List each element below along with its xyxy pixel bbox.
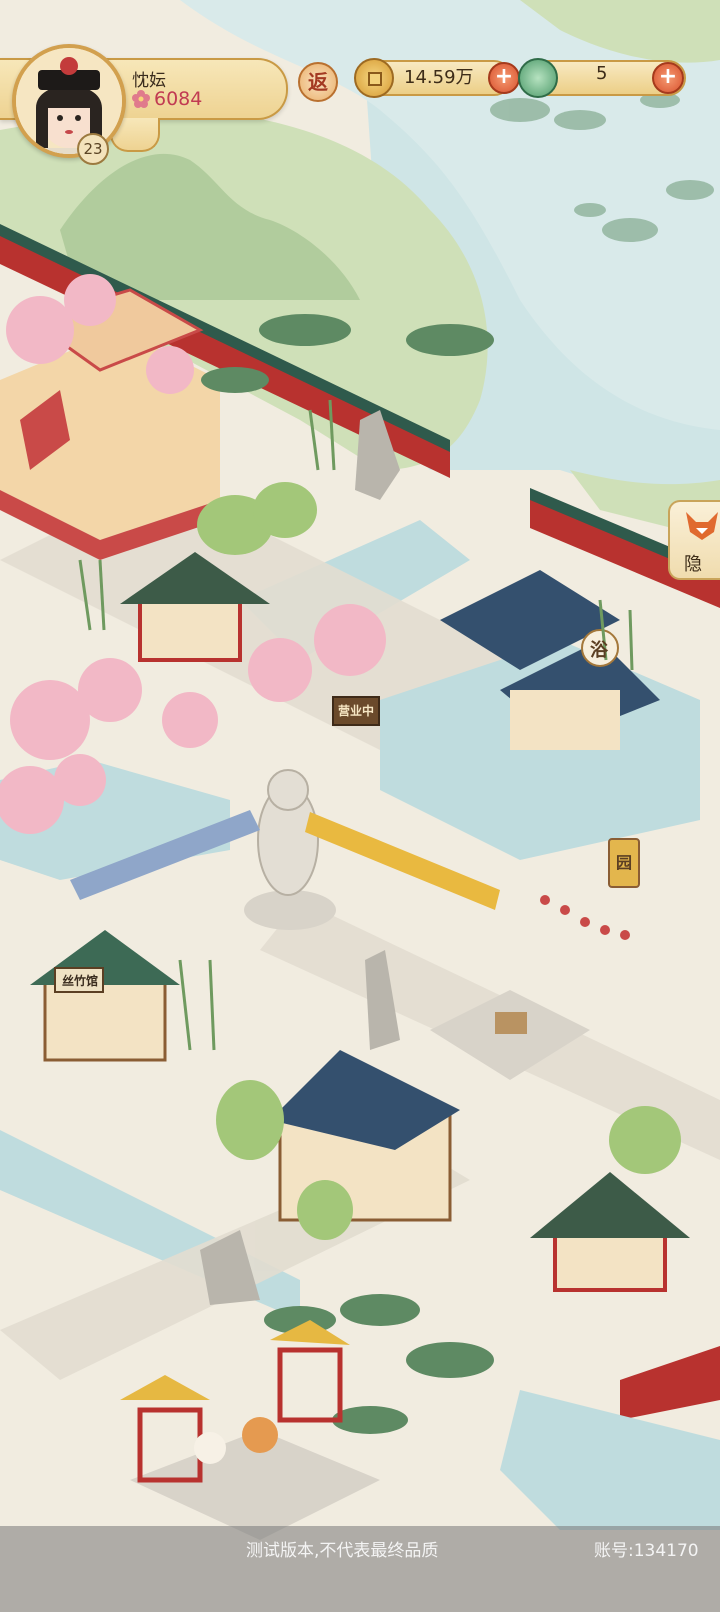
- level-badge: 23: [77, 133, 109, 165]
- hide-ui-label: 隐: [684, 554, 702, 575]
- music-hall-sign[interactable]: 丝竹馆: [58, 972, 102, 989]
- flower-icon: [132, 90, 150, 108]
- add-jade-button[interactable]: +: [652, 62, 684, 94]
- garden-map[interactable]: [0, 0, 720, 1612]
- bathhouse-banner[interactable]: 浴: [590, 636, 608, 662]
- fox-icon: [686, 512, 718, 540]
- jade-amount: 5: [596, 63, 608, 84]
- jade-icon: [518, 58, 558, 98]
- garden-sign[interactable]: 园: [608, 838, 640, 888]
- open-sign[interactable]: 营业中: [332, 696, 380, 726]
- coin-icon: [354, 58, 394, 98]
- coin-amount: 14.59万: [404, 67, 474, 88]
- test-version-notice: 测试版本,不代表最终品质: [246, 1541, 439, 1561]
- account-id: 账号:134170: [594, 1541, 699, 1561]
- add-coins-button[interactable]: +: [488, 62, 520, 94]
- return-button[interactable]: 返: [298, 62, 338, 102]
- player-avatar[interactable]: [12, 44, 126, 158]
- popularity-value: 6084: [154, 88, 203, 110]
